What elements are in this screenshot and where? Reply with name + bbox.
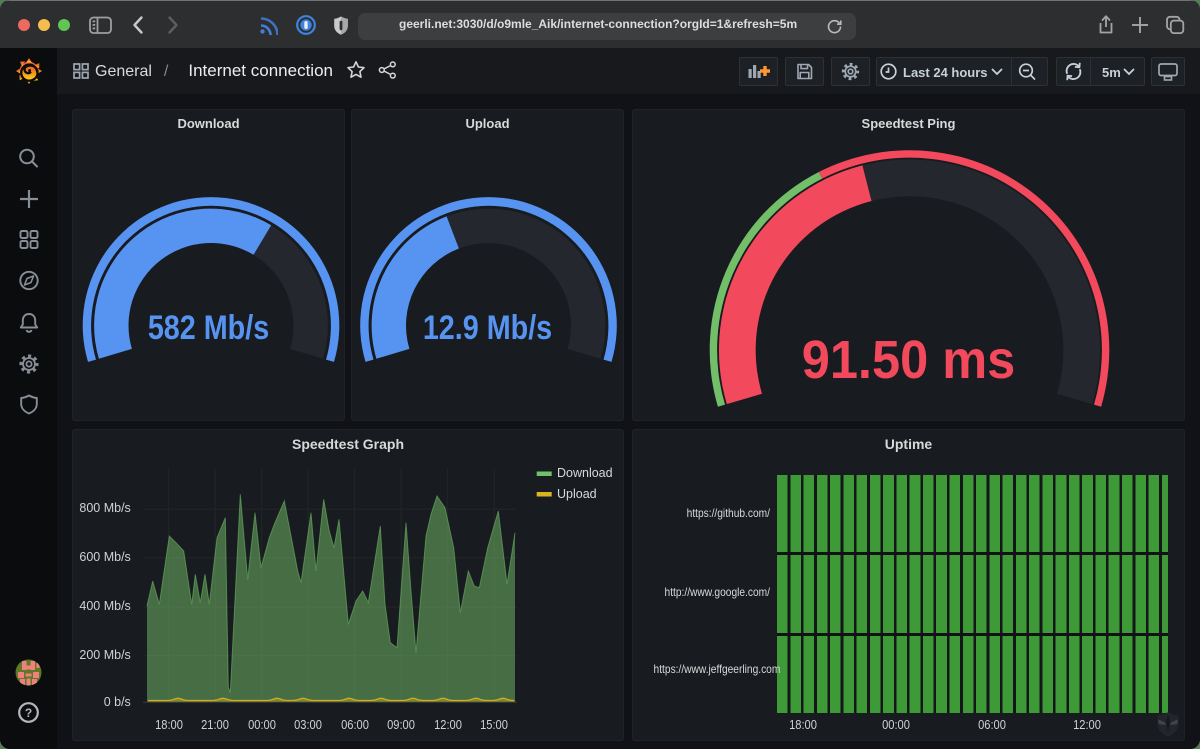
svg-text:?: ? xyxy=(25,706,32,720)
